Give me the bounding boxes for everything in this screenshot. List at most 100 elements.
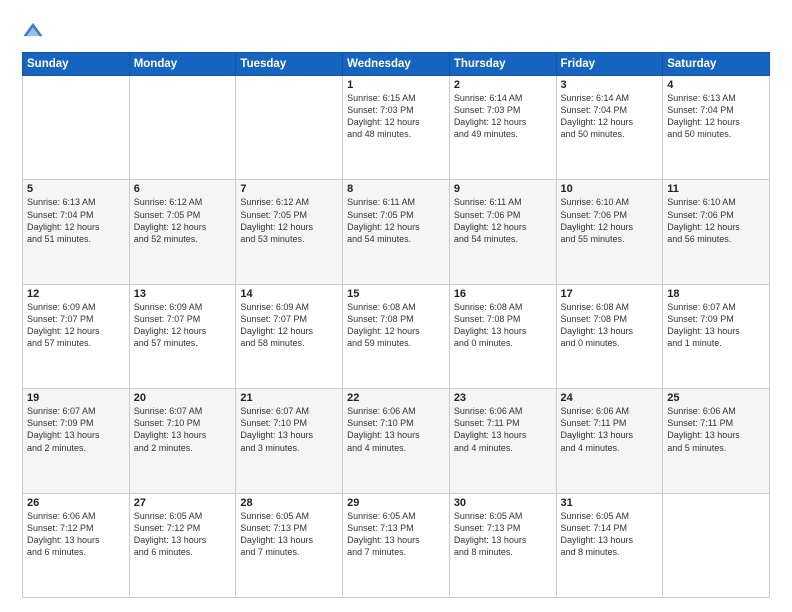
calendar-week-2: 5Sunrise: 6:13 AM Sunset: 7:04 PM Daylig…	[23, 180, 770, 284]
day-info: Sunrise: 6:15 AM Sunset: 7:03 PM Dayligh…	[347, 92, 445, 141]
col-header-saturday: Saturday	[663, 53, 770, 76]
day-number: 7	[240, 183, 338, 195]
calendar-cell: 1Sunrise: 6:15 AM Sunset: 7:03 PM Daylig…	[343, 76, 450, 180]
day-info: Sunrise: 6:09 AM Sunset: 7:07 PM Dayligh…	[27, 301, 125, 350]
calendar-cell: 14Sunrise: 6:09 AM Sunset: 7:07 PM Dayli…	[236, 284, 343, 388]
day-info: Sunrise: 6:05 AM Sunset: 7:12 PM Dayligh…	[134, 510, 232, 559]
calendar-cell: 25Sunrise: 6:06 AM Sunset: 7:11 PM Dayli…	[663, 389, 770, 493]
day-number: 8	[347, 183, 445, 195]
calendar-cell: 2Sunrise: 6:14 AM Sunset: 7:03 PM Daylig…	[449, 76, 556, 180]
calendar-cell: 3Sunrise: 6:14 AM Sunset: 7:04 PM Daylig…	[556, 76, 663, 180]
logo-icon	[22, 20, 44, 42]
day-info: Sunrise: 6:05 AM Sunset: 7:13 PM Dayligh…	[347, 510, 445, 559]
day-info: Sunrise: 6:12 AM Sunset: 7:05 PM Dayligh…	[240, 196, 338, 245]
page: SundayMondayTuesdayWednesdayThursdayFrid…	[0, 0, 792, 612]
day-number: 1	[347, 79, 445, 91]
calendar-cell: 11Sunrise: 6:10 AM Sunset: 7:06 PM Dayli…	[663, 180, 770, 284]
day-info: Sunrise: 6:06 AM Sunset: 7:11 PM Dayligh…	[667, 405, 765, 454]
calendar-cell: 6Sunrise: 6:12 AM Sunset: 7:05 PM Daylig…	[129, 180, 236, 284]
day-info: Sunrise: 6:11 AM Sunset: 7:06 PM Dayligh…	[454, 196, 552, 245]
day-info: Sunrise: 6:06 AM Sunset: 7:12 PM Dayligh…	[27, 510, 125, 559]
calendar-cell: 27Sunrise: 6:05 AM Sunset: 7:12 PM Dayli…	[129, 493, 236, 597]
day-number: 27	[134, 497, 232, 509]
calendar-cell	[663, 493, 770, 597]
day-number: 4	[667, 79, 765, 91]
calendar-cell	[236, 76, 343, 180]
day-number: 19	[27, 392, 125, 404]
col-header-tuesday: Tuesday	[236, 53, 343, 76]
col-header-sunday: Sunday	[23, 53, 130, 76]
calendar-table: SundayMondayTuesdayWednesdayThursdayFrid…	[22, 52, 770, 598]
logo	[22, 18, 48, 42]
day-number: 6	[134, 183, 232, 195]
calendar-cell: 18Sunrise: 6:07 AM Sunset: 7:09 PM Dayli…	[663, 284, 770, 388]
day-number: 15	[347, 288, 445, 300]
day-info: Sunrise: 6:11 AM Sunset: 7:05 PM Dayligh…	[347, 196, 445, 245]
calendar-cell: 30Sunrise: 6:05 AM Sunset: 7:13 PM Dayli…	[449, 493, 556, 597]
col-header-monday: Monday	[129, 53, 236, 76]
calendar-cell: 29Sunrise: 6:05 AM Sunset: 7:13 PM Dayli…	[343, 493, 450, 597]
day-info: Sunrise: 6:07 AM Sunset: 7:10 PM Dayligh…	[240, 405, 338, 454]
calendar-week-1: 1Sunrise: 6:15 AM Sunset: 7:03 PM Daylig…	[23, 76, 770, 180]
calendar-cell: 9Sunrise: 6:11 AM Sunset: 7:06 PM Daylig…	[449, 180, 556, 284]
day-number: 5	[27, 183, 125, 195]
day-number: 29	[347, 497, 445, 509]
day-info: Sunrise: 6:06 AM Sunset: 7:11 PM Dayligh…	[454, 405, 552, 454]
day-number: 24	[561, 392, 659, 404]
day-number: 2	[454, 79, 552, 91]
calendar-week-5: 26Sunrise: 6:06 AM Sunset: 7:12 PM Dayli…	[23, 493, 770, 597]
calendar-cell: 20Sunrise: 6:07 AM Sunset: 7:10 PM Dayli…	[129, 389, 236, 493]
calendar-cell: 31Sunrise: 6:05 AM Sunset: 7:14 PM Dayli…	[556, 493, 663, 597]
day-info: Sunrise: 6:10 AM Sunset: 7:06 PM Dayligh…	[561, 196, 659, 245]
calendar-cell: 8Sunrise: 6:11 AM Sunset: 7:05 PM Daylig…	[343, 180, 450, 284]
day-number: 13	[134, 288, 232, 300]
day-number: 26	[27, 497, 125, 509]
day-info: Sunrise: 6:07 AM Sunset: 7:09 PM Dayligh…	[667, 301, 765, 350]
day-info: Sunrise: 6:07 AM Sunset: 7:09 PM Dayligh…	[27, 405, 125, 454]
calendar-cell: 26Sunrise: 6:06 AM Sunset: 7:12 PM Dayli…	[23, 493, 130, 597]
calendar-cell: 16Sunrise: 6:08 AM Sunset: 7:08 PM Dayli…	[449, 284, 556, 388]
day-info: Sunrise: 6:09 AM Sunset: 7:07 PM Dayligh…	[134, 301, 232, 350]
calendar-cell	[129, 76, 236, 180]
day-number: 28	[240, 497, 338, 509]
col-header-wednesday: Wednesday	[343, 53, 450, 76]
day-info: Sunrise: 6:05 AM Sunset: 7:14 PM Dayligh…	[561, 510, 659, 559]
day-number: 23	[454, 392, 552, 404]
day-info: Sunrise: 6:14 AM Sunset: 7:03 PM Dayligh…	[454, 92, 552, 141]
day-info: Sunrise: 6:06 AM Sunset: 7:11 PM Dayligh…	[561, 405, 659, 454]
calendar-cell: 15Sunrise: 6:08 AM Sunset: 7:08 PM Dayli…	[343, 284, 450, 388]
calendar-cell: 7Sunrise: 6:12 AM Sunset: 7:05 PM Daylig…	[236, 180, 343, 284]
calendar-cell: 21Sunrise: 6:07 AM Sunset: 7:10 PM Dayli…	[236, 389, 343, 493]
day-info: Sunrise: 6:13 AM Sunset: 7:04 PM Dayligh…	[27, 196, 125, 245]
calendar-cell: 4Sunrise: 6:13 AM Sunset: 7:04 PM Daylig…	[663, 76, 770, 180]
calendar-cell: 5Sunrise: 6:13 AM Sunset: 7:04 PM Daylig…	[23, 180, 130, 284]
day-number: 22	[347, 392, 445, 404]
day-number: 3	[561, 79, 659, 91]
day-info: Sunrise: 6:05 AM Sunset: 7:13 PM Dayligh…	[454, 510, 552, 559]
day-info: Sunrise: 6:08 AM Sunset: 7:08 PM Dayligh…	[561, 301, 659, 350]
calendar-cell: 17Sunrise: 6:08 AM Sunset: 7:08 PM Dayli…	[556, 284, 663, 388]
day-number: 12	[27, 288, 125, 300]
day-number: 16	[454, 288, 552, 300]
day-info: Sunrise: 6:07 AM Sunset: 7:10 PM Dayligh…	[134, 405, 232, 454]
day-number: 21	[240, 392, 338, 404]
day-number: 30	[454, 497, 552, 509]
calendar-week-3: 12Sunrise: 6:09 AM Sunset: 7:07 PM Dayli…	[23, 284, 770, 388]
calendar-week-4: 19Sunrise: 6:07 AM Sunset: 7:09 PM Dayli…	[23, 389, 770, 493]
day-number: 18	[667, 288, 765, 300]
calendar-cell: 12Sunrise: 6:09 AM Sunset: 7:07 PM Dayli…	[23, 284, 130, 388]
calendar-cell: 22Sunrise: 6:06 AM Sunset: 7:10 PM Dayli…	[343, 389, 450, 493]
day-info: Sunrise: 6:08 AM Sunset: 7:08 PM Dayligh…	[454, 301, 552, 350]
day-number: 31	[561, 497, 659, 509]
calendar-cell: 10Sunrise: 6:10 AM Sunset: 7:06 PM Dayli…	[556, 180, 663, 284]
day-number: 17	[561, 288, 659, 300]
day-number: 11	[667, 183, 765, 195]
calendar-header-row: SundayMondayTuesdayWednesdayThursdayFrid…	[23, 53, 770, 76]
calendar-cell: 23Sunrise: 6:06 AM Sunset: 7:11 PM Dayli…	[449, 389, 556, 493]
calendar-cell: 24Sunrise: 6:06 AM Sunset: 7:11 PM Dayli…	[556, 389, 663, 493]
day-info: Sunrise: 6:14 AM Sunset: 7:04 PM Dayligh…	[561, 92, 659, 141]
day-info: Sunrise: 6:13 AM Sunset: 7:04 PM Dayligh…	[667, 92, 765, 141]
day-number: 14	[240, 288, 338, 300]
day-info: Sunrise: 6:05 AM Sunset: 7:13 PM Dayligh…	[240, 510, 338, 559]
col-header-thursday: Thursday	[449, 53, 556, 76]
